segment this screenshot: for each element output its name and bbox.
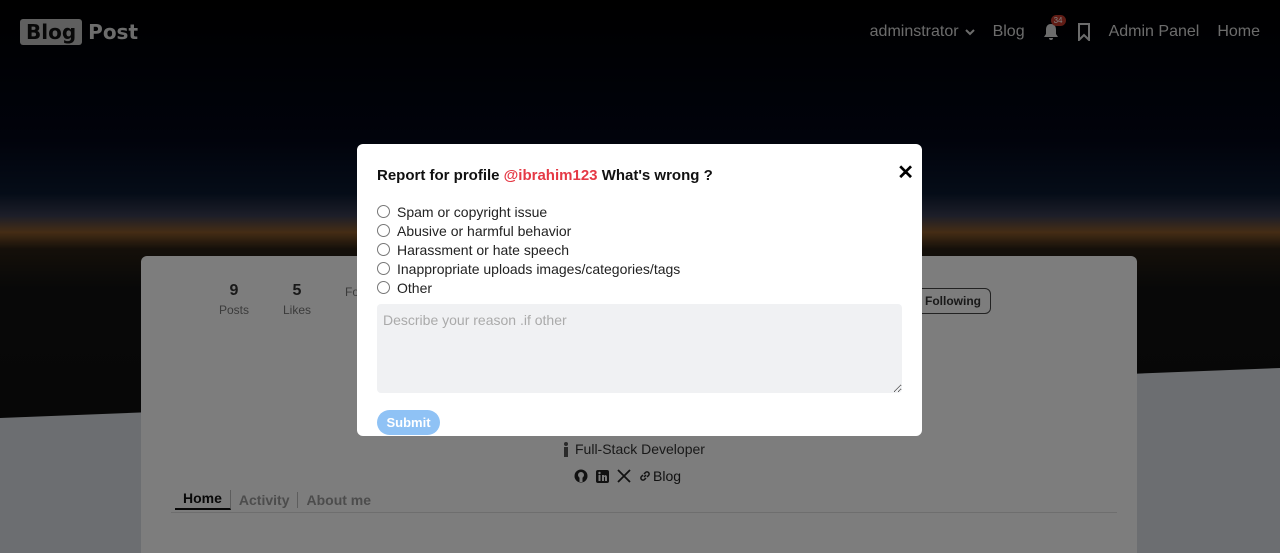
option-harassment[interactable]: Harassment or hate speech [377, 240, 902, 259]
option-label: Harassment or hate speech [397, 241, 569, 258]
option-other[interactable]: Other [377, 278, 902, 297]
radio-button[interactable] [377, 281, 390, 294]
option-label: Other [397, 279, 433, 296]
radio-button[interactable] [377, 243, 390, 256]
report-options: Spam or copyright issue Abusive or harmf… [377, 202, 902, 297]
radio-button[interactable] [377, 262, 390, 275]
report-modal: Report for profile @ibrahim123 What's wr… [357, 144, 922, 436]
option-abusive[interactable]: Abusive or harmful behavior [377, 221, 902, 240]
radio-button[interactable] [377, 205, 390, 218]
option-label: Spam or copyright issue [397, 203, 548, 220]
title-suffix: What's wrong ? [601, 167, 713, 184]
title-prefix: Report for profile [377, 167, 500, 184]
close-button[interactable]: ✕ [897, 160, 914, 185]
modal-title: Report for profile @ibrahim123 What's wr… [377, 167, 902, 184]
profile-handle: @ibrahim123 [503, 167, 598, 184]
option-spam[interactable]: Spam or copyright issue [377, 202, 902, 221]
option-inappropriate-uploads[interactable]: Inappropriate uploads images/categories/… [377, 259, 902, 278]
radio-button[interactable] [377, 224, 390, 237]
option-label: Abusive or harmful behavior [397, 222, 572, 239]
option-label: Inappropriate uploads images/categories/… [397, 260, 681, 277]
reason-textarea[interactable] [377, 304, 902, 393]
submit-button[interactable]: Submit [377, 410, 440, 435]
